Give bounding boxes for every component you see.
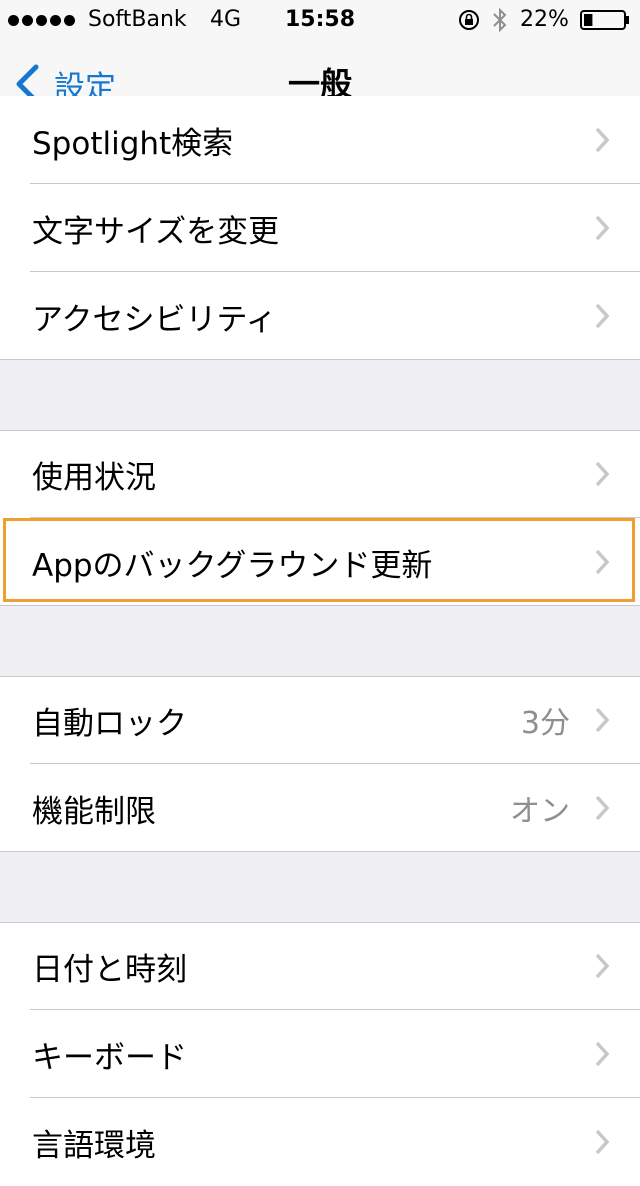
row-date-time[interactable]: 日付と時刻 bbox=[0, 922, 640, 1010]
chevron-right-icon bbox=[595, 303, 610, 329]
row-label: 言語環境 bbox=[32, 1127, 156, 1164]
chevron-right-icon bbox=[595, 953, 610, 979]
chevron-right-icon bbox=[595, 707, 610, 733]
battery-percentage: 22% bbox=[520, 7, 569, 32]
settings-group: 使用状況 Appのバックグラウンド更新 bbox=[0, 430, 640, 606]
row-usage[interactable]: 使用状況 bbox=[0, 430, 640, 518]
row-label: 使用状況 bbox=[32, 459, 156, 496]
row-restrictions[interactable]: 機能制限 オン bbox=[0, 764, 640, 852]
row-accessibility[interactable]: アクセシビリティ bbox=[0, 272, 640, 360]
row-spotlight-search[interactable]: Spotlight検索 bbox=[0, 96, 640, 184]
chevron-right-icon bbox=[595, 461, 610, 487]
row-label: 機能制限 bbox=[32, 793, 156, 830]
status-bar: SoftBank 4G 15:58 22% bbox=[0, 0, 640, 40]
row-background-app-refresh[interactable]: Appのバックグラウンド更新 bbox=[0, 518, 640, 606]
row-label: 自動ロック bbox=[32, 705, 187, 742]
row-label: 文字サイズを変更 bbox=[32, 213, 280, 250]
row-keyboard[interactable]: キーボード bbox=[0, 1010, 640, 1098]
row-language-region[interactable]: 言語環境 bbox=[0, 1098, 640, 1186]
row-text-size[interactable]: 文字サイズを変更 bbox=[0, 184, 640, 272]
chevron-right-icon bbox=[595, 215, 610, 241]
settings-group: 自動ロック 3分 機能制限 オン bbox=[0, 676, 640, 852]
row-label: Spotlight検索 bbox=[32, 125, 234, 162]
chevron-right-icon bbox=[595, 549, 610, 575]
row-label: 日付と時刻 bbox=[32, 951, 187, 988]
row-label: Appのバックグラウンド更新 bbox=[32, 547, 433, 584]
row-value: 3分 bbox=[520, 706, 570, 741]
row-value: オン bbox=[510, 794, 570, 829]
row-label: キーボード bbox=[32, 1039, 187, 1076]
row-label: アクセシビリティ bbox=[32, 301, 277, 338]
battery-icon bbox=[580, 10, 629, 30]
settings-group: 日付と時刻 キーボード 言語環境 bbox=[0, 922, 640, 1186]
chevron-right-icon bbox=[595, 127, 610, 153]
chevron-right-icon bbox=[595, 1129, 610, 1155]
row-auto-lock[interactable]: 自動ロック 3分 bbox=[0, 676, 640, 764]
chevron-right-icon bbox=[595, 1041, 610, 1067]
settings-group: Spotlight検索 文字サイズを変更 アクセシビリティ bbox=[0, 96, 640, 360]
bluetooth-icon bbox=[493, 7, 507, 33]
chevron-right-icon bbox=[595, 795, 610, 821]
rotation-lock-icon bbox=[459, 10, 479, 30]
